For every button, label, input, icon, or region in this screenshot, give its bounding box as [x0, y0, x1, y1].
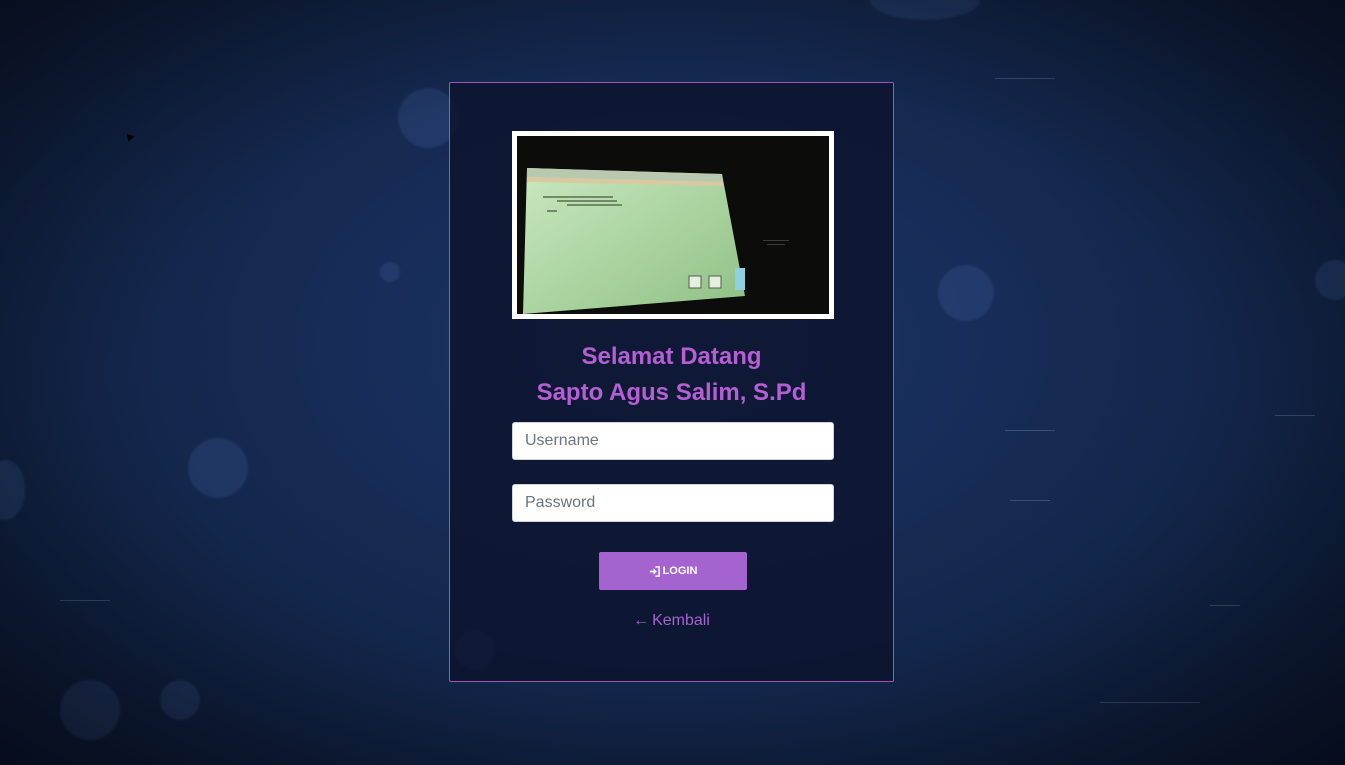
background-bokeh: [0, 460, 25, 520]
background-scratch: [995, 78, 1055, 79]
background-scratch: [1275, 415, 1315, 416]
background-bokeh: [188, 438, 248, 498]
profile-photo-image: [517, 136, 829, 314]
mouse-cursor-icon: [123, 131, 135, 142]
background-scratch: [1005, 430, 1055, 431]
username-input[interactable]: [512, 422, 834, 460]
background-bokeh: [1315, 260, 1345, 300]
background-scratch: [1210, 605, 1240, 606]
background-bokeh: [160, 680, 200, 720]
background-bokeh: [60, 680, 120, 740]
user-name-title: Sapto Agus Salim, S.Pd: [536, 379, 807, 406]
sign-in-icon: [649, 565, 660, 577]
background-scratch: [60, 600, 110, 601]
login-card: Selamat Datang Sapto Agus Salim, S.Pd LO…: [449, 82, 894, 682]
arrow-left-icon: ←: [633, 612, 650, 629]
login-button[interactable]: LOGIN: [599, 552, 747, 590]
profile-photo-frame: [512, 131, 834, 319]
back-link[interactable]: ← Kembali: [450, 612, 893, 630]
background-scratch: [1010, 500, 1050, 501]
background-bokeh: [380, 262, 400, 282]
welcome-title: Selamat Datang: [581, 343, 762, 370]
background-bokeh: [938, 265, 994, 321]
background-scratch: [1100, 702, 1200, 703]
login-button-label: LOGIN: [662, 565, 698, 577]
password-input[interactable]: [512, 484, 834, 522]
profile-photo: [517, 136, 829, 314]
back-link-label: Kembali: [652, 612, 710, 629]
background-bokeh: [870, 0, 980, 20]
